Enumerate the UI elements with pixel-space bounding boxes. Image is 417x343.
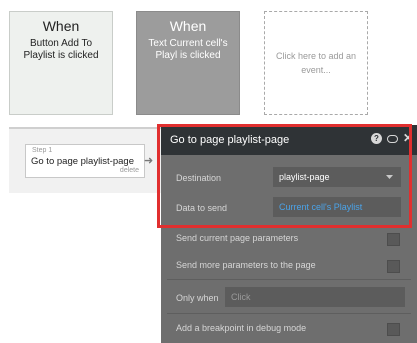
event-when-label: When	[169, 18, 207, 34]
highlight-box	[157, 124, 412, 228]
event-description: Button Add To Playlist is clicked	[23, 38, 99, 61]
send-params-label: Send current page parameters	[176, 233, 299, 243]
only-when-input[interactable]: Click	[225, 287, 405, 307]
event-card-button-add-to-playlist[interactable]: When Button Add To Playlist is clicked	[9, 11, 113, 115]
step-arrow-icon: ➜	[144, 155, 154, 167]
divider	[167, 313, 411, 314]
only-when-placeholder: Click	[231, 292, 251, 302]
event-when-label: When	[42, 18, 80, 34]
step-number: Step 1	[32, 147, 53, 154]
step-1-card[interactable]: Step 1 Go to page playlist-page delete	[25, 144, 145, 178]
step-delete-link[interactable]: delete	[120, 167, 139, 174]
event-card-text-current-cell[interactable]: When Text Current cell's Playl is clicke…	[136, 11, 240, 115]
breakpoint-label: Add a breakpoint in debug mode	[176, 323, 307, 333]
send-more-params-checkbox[interactable]	[387, 260, 400, 273]
step-title: Go to page playlist-page	[31, 156, 134, 167]
add-event-label: Click here to add an event...	[275, 51, 357, 75]
send-params-checkbox[interactable]	[387, 233, 400, 246]
divider	[167, 279, 411, 280]
add-event-placeholder[interactable]: Click here to add an event...	[264, 11, 368, 115]
breakpoint-checkbox[interactable]	[387, 323, 400, 336]
only-when-label: Only when	[176, 293, 219, 303]
event-description: Text Current cell's Playl is clicked	[148, 38, 228, 61]
action-steps-strip: Step 1 Go to page playlist-page delete	[9, 127, 161, 193]
send-more-params-label: Send more parameters to the page	[176, 260, 316, 270]
